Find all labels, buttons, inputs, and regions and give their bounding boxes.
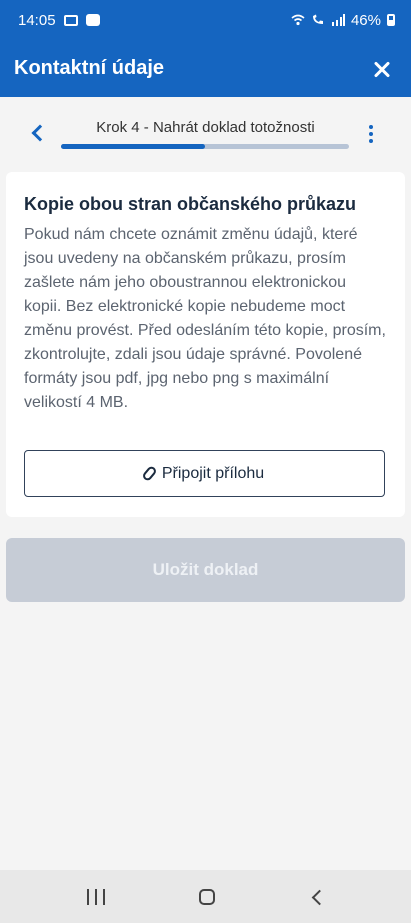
status-time: 14:05	[18, 11, 56, 29]
status-left: 14:05	[18, 12, 100, 29]
more-vertical-icon[interactable]	[364, 124, 378, 144]
back-icon[interactable]	[310, 889, 324, 905]
save-document-label: Uložit doklad	[152, 560, 259, 579]
status-right: 46%	[291, 12, 395, 29]
battery-icon	[387, 14, 395, 26]
chevron-left-icon[interactable]	[28, 123, 46, 141]
card-description: Pokud nám chcete oznámit změnu údajů, kt…	[24, 226, 386, 411]
screen: 14:05 46% Kontaktní údaje Krok 4 - Nahrá…	[0, 0, 411, 923]
battery-percentage: 46%	[350, 11, 381, 29]
close-icon[interactable]	[369, 56, 395, 82]
page-title: Kontaktní údaje	[14, 57, 165, 79]
status-bar: 14:05 46%	[0, 0, 411, 40]
document-upload-card: Kopie obou stran občanského průkazu Poku…	[6, 172, 405, 517]
step-progress-track	[61, 144, 349, 149]
step-progress-fill	[61, 144, 205, 149]
save-document-button[interactable]: Uložit doklad	[6, 538, 405, 602]
app-bar: Kontaktní údaje	[0, 40, 411, 97]
signal-icon	[331, 14, 345, 26]
attach-file-label: Připojit přílohu	[161, 464, 265, 482]
teams-icon	[85, 14, 100, 26]
wifi-call-icon	[312, 14, 323, 24]
paperclip-icon	[141, 464, 158, 483]
wifi-icon	[291, 14, 305, 26]
system-nav-bar	[0, 870, 411, 923]
attach-file-button[interactable]: Připojit přílohu	[24, 450, 385, 497]
recent-apps-icon[interactable]	[87, 888, 106, 905]
step-indicator: Krok 4 - Nahrát doklad totožnosti	[0, 97, 411, 169]
step-label: Krok 4 - Nahrát doklad totožnosti	[96, 119, 315, 136]
home-icon[interactable]	[199, 888, 216, 905]
gallery-icon	[63, 14, 78, 26]
card-title: Kopie obou stran občanského průkazu	[24, 194, 357, 214]
